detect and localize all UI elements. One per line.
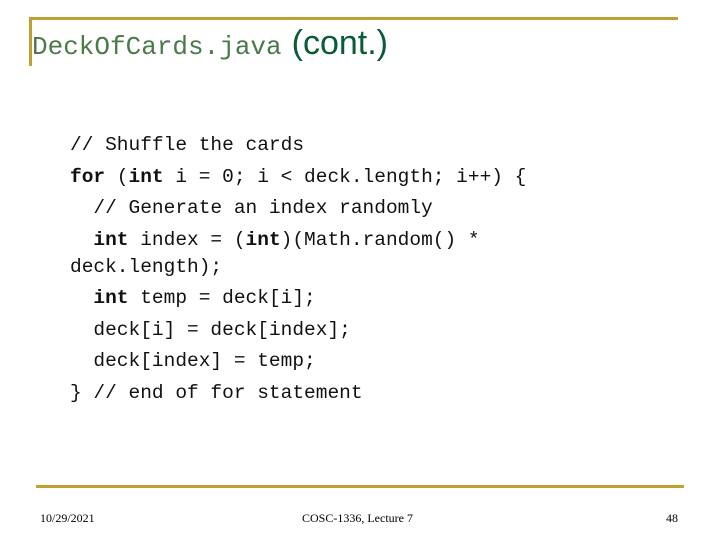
title-rule-top bbox=[29, 17, 678, 20]
code-text: deck.length); bbox=[70, 256, 223, 278]
code-text: // Generate an index randomly bbox=[70, 197, 433, 219]
code-keyword: int bbox=[93, 287, 129, 309]
code-line: for (int i = 0; i < deck.length; i++) { bbox=[70, 162, 526, 194]
code-text: deck[index] = temp; bbox=[70, 350, 316, 372]
footer-page-number: 48 bbox=[666, 511, 678, 525]
code-line: // Generate an index randomly bbox=[70, 193, 526, 225]
title-filename: DeckOfCards.java bbox=[32, 32, 282, 62]
code-keyword: for bbox=[70, 165, 106, 188]
footer-course: COSC-1336, Lecture 7 bbox=[302, 511, 413, 525]
title-suffix: (cont.) bbox=[291, 24, 388, 62]
code-line: // Shuffle the cards bbox=[70, 130, 526, 162]
code-text: temp = deck[i]; bbox=[128, 287, 316, 309]
code-text: deck[i] = deck[index]; bbox=[70, 318, 351, 341]
code-text: } // end of for statement bbox=[70, 381, 363, 404]
code-text: index = ( bbox=[128, 228, 246, 251]
code-text: ( bbox=[105, 165, 129, 188]
code-line: deck.length); bbox=[70, 254, 526, 280]
footer-rule bbox=[36, 485, 684, 488]
slide-title: DeckOfCards.java (cont.) bbox=[32, 26, 388, 60]
code-line: } // end of for statement bbox=[70, 378, 526, 410]
code-line: deck[i] = deck[index]; bbox=[70, 315, 526, 347]
code-text: )(Math.random() * bbox=[280, 228, 480, 251]
code-block: // Shuffle the cards for (int i = 0; i < … bbox=[70, 130, 526, 409]
code-keyword: int bbox=[93, 228, 129, 251]
code-text: // Shuffle the cards bbox=[70, 134, 305, 156]
code-line: deck[index] = temp; bbox=[70, 346, 526, 378]
code-line: int index = (int)(Math.random() * bbox=[70, 225, 526, 257]
footer-date: 10/29/2021 bbox=[40, 511, 95, 525]
code-keyword: int bbox=[128, 165, 164, 188]
code-line: int temp = deck[i]; bbox=[70, 283, 526, 315]
code-text: i = 0; i < deck.length; i++) { bbox=[163, 165, 527, 188]
code-keyword: int bbox=[245, 228, 281, 251]
